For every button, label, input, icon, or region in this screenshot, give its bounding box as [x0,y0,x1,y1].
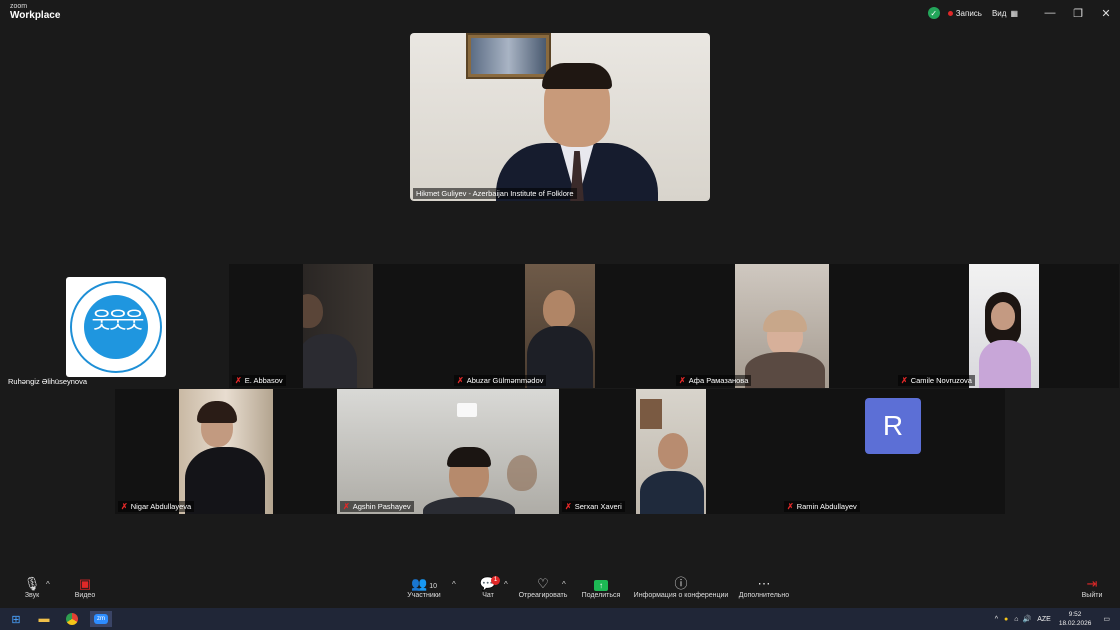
share-label: Поделиться [581,592,621,599]
participant-tile-abbasov[interactable]: ✗ E. Abbasov [229,264,453,388]
muted-mic-icon: ✗ [565,502,572,511]
recording-label: Запись [955,8,982,18]
muted-mic-icon: ✗ [121,502,128,511]
share-button[interactable]: ↑ Поделиться [580,576,622,599]
participant-name-ruhengiz: Ruhəngiz Əlihüseynova [8,377,88,386]
close-button[interactable]: ✕ [1092,7,1120,20]
audio-options-caret-icon[interactable]: ^ [46,580,50,589]
recording-indicator[interactable]: Запись [947,8,982,18]
clock-date: 18.02.2026 [1058,620,1092,627]
clock-time: 9:52 [1068,611,1082,618]
participants-caret-icon[interactable]: ^ [452,580,456,589]
participant-tile-nigar[interactable]: ✗ Nigar Abdullayeva [115,389,339,514]
view-button[interactable]: Вид ▦ [992,9,1018,18]
video-off-icon: ▣ [78,576,92,591]
audio-button[interactable]: 🎙 Звук [20,576,44,599]
meeting-toolbar: 🎙 Звук ^ ▣ Видео 👥 10 Участники ^ 💬 1 Чат… [0,572,1120,608]
folklore-institute-logo: 웃웃웃 [66,277,166,377]
muted-mic-icon: ✗ [901,376,908,385]
tray-app-icon[interactable]: ● [1004,616,1008,623]
participant-name: Ramin Abdullayev [796,502,857,511]
participant-name: Camile Novruzova [910,376,972,385]
chat-label: Чат [482,592,494,599]
chat-button[interactable]: 💬 1 Чат [476,576,500,599]
chrome-icon[interactable] [64,611,80,627]
participant-tile-afa[interactable]: ✗ Афа Рамазанова [673,264,897,388]
taskbar-clock[interactable]: 9:52 18.02.2026 [1059,610,1092,628]
zoom-taskbar-icon[interactable]: zm [90,611,112,627]
network-icon[interactable]: ⌂ [1014,616,1018,623]
participant-name: Nigar Abdullayeva [130,502,192,511]
speaker-nameplate: Hikmet Guliyev - Azerbaijan Institute of… [413,188,577,199]
speaker-video-tile[interactable]: Hikmet Guliyev - Azerbaijan Institute of… [410,33,710,201]
restore-button[interactable]: ❐ [1064,7,1092,20]
avatar: R [865,398,921,454]
chat-caret-icon[interactable]: ^ [504,580,508,589]
muted-mic-icon: ✗ [679,376,686,385]
react-caret-icon[interactable]: ^ [562,580,566,589]
microphone-muted-icon: 🎙 [23,576,41,591]
participant-name: Serxan Xaveri [574,502,622,511]
minimize-button[interactable]: — [1036,7,1064,19]
tray-expand-icon[interactable]: ^ [995,616,998,623]
wall-portrait [466,33,551,79]
participant-name: Agshin Pashayev [352,502,411,511]
brand-small: zoom [10,3,28,10]
participant-tile-camile[interactable]: ✗ Camile Novruzova [895,264,1119,388]
participant-tile-agshin[interactable]: ✗ Agshin Pashayev [337,389,561,514]
muted-mic-icon: ✗ [457,376,464,385]
info-icon: ⓘ [674,576,688,591]
participant-name: Афа Рамазанова [688,376,749,385]
participants-label: Участники [407,592,441,599]
more-icon: ⋯ [757,576,771,591]
more-button[interactable]: ⋯ Дополнительно [736,576,792,599]
system-tray: ^ ● ⌂ 🔊 AZE 9:52 18.02.2026 ▭ [995,608,1110,630]
muted-mic-icon: ✗ [343,502,350,511]
meeting-area: Hikmet Guliyev - Azerbaijan Institute of… [0,26,1120,572]
security-shield-icon[interactable]: ✓ [927,7,940,19]
share-screen-icon: ↑ [594,580,608,591]
zoom-logo: zoom Workplace [10,3,60,21]
more-label: Дополнительно [738,592,790,599]
muted-mic-icon: ✗ [235,376,242,385]
meeting-info-button[interactable]: ⓘ Информация о конференции [632,576,730,599]
info-label: Информация о конференции [633,592,729,599]
audio-label: Звук [24,592,40,599]
notifications-icon[interactable]: ▭ [1103,615,1110,623]
volume-icon[interactable]: 🔊 [1022,615,1031,623]
participant-tile-abuzar[interactable]: ✗ Abuzar Gülməmmədov [451,264,675,388]
video-label: Видео [74,592,96,599]
chat-unread-badge: 1 [491,576,500,585]
view-label: Вид [991,8,1007,18]
recording-dot-icon [947,10,953,16]
participants-button[interactable]: 👥 10 Участники [404,576,444,599]
react-label: Отреагировать [518,592,568,599]
leave-button[interactable]: ⇥ Выйти [1080,576,1104,599]
video-button[interactable]: ▣ Видео [72,576,98,599]
participants-count: 10 [429,583,437,590]
language-indicator[interactable]: AZE [1037,616,1051,623]
participants-icon: 👥 10 [411,576,437,591]
participant-name: E. Abbasov [244,376,283,385]
title-bar: zoom Workplace ✓ Запись Вид ▦ — ❐ ✕ [0,0,1120,26]
windows-start-icon[interactable]: ⊞ [8,611,24,627]
participant-name: Abuzar Gülməmmədov [466,376,544,385]
grid-view-icon: ▦ [1010,8,1018,18]
muted-mic-icon: ✗ [787,502,794,511]
leave-label: Выйти [1081,592,1103,599]
participant-tile-serxan[interactable]: ✗ Serxan Xaveri [559,389,783,514]
windows-taskbar: ⊞ ▬ zm ^ ● ⌂ 🔊 AZE 9:52 18.02.2026 ▭ [0,608,1120,630]
leave-icon: ⇥ [1086,576,1098,591]
file-explorer-icon[interactable]: ▬ [36,611,52,627]
speaker-name: Hikmet Guliyev - Azerbaijan Institute of… [416,189,574,198]
brand-name: Workplace [10,10,61,21]
